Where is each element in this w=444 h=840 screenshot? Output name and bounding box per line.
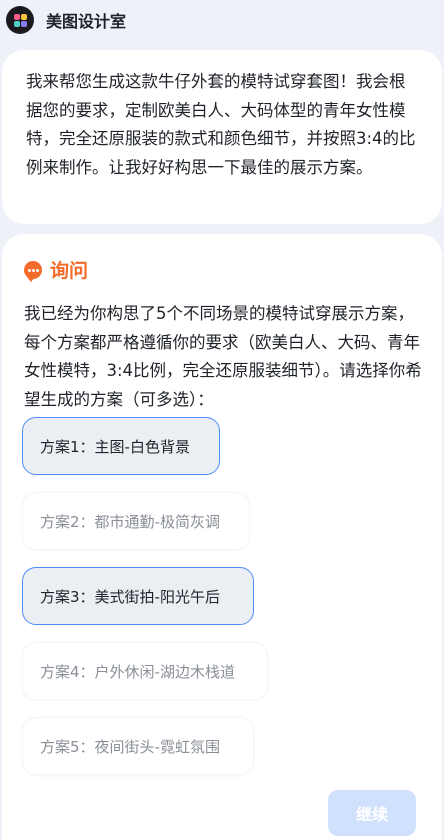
meitu-logo-icon bbox=[6, 6, 34, 34]
option-label: 方案5：夜间街头-霓虹氛围 bbox=[40, 737, 220, 756]
continue-button[interactable]: 继续 bbox=[328, 790, 416, 836]
option-label: 方案2：都市通勤-极简灰调 bbox=[40, 512, 220, 531]
option-label: 方案3：美式街拍-阳光午后 bbox=[40, 587, 220, 606]
inquiry-label: 询问 bbox=[50, 260, 89, 282]
option-4[interactable]: 方案4：户外休闲-湖边木栈道 bbox=[22, 642, 268, 700]
inquiry-header: 询问 bbox=[24, 256, 88, 283]
option-3[interactable]: 方案3：美式街拍-阳光午后 bbox=[22, 567, 254, 625]
option-label: 方案1：主图-白色背景 bbox=[40, 437, 190, 456]
option-label: 方案4：户外休闲-湖边木栈道 bbox=[40, 662, 235, 681]
option-1[interactable]: 方案1：主图-白色背景 bbox=[22, 417, 220, 475]
option-5[interactable]: 方案5：夜间街头-霓虹氛围 bbox=[22, 717, 254, 775]
inquiry-intro: 我已经为你构思了5个不同场景的模特试穿展示方案，每个方案都严格遵循你的要求（欧美… bbox=[24, 304, 422, 409]
assistant-message-card: 我来帮您生成这款牛仔外套的模特试穿套图！我会根据您的要求，定制欧美白人、大码体型… bbox=[2, 50, 442, 224]
app-title: 美图设计室 bbox=[46, 12, 127, 31]
app-header: 美图设计室 bbox=[0, 0, 444, 40]
speech-bubble-icon bbox=[24, 260, 42, 282]
option-2[interactable]: 方案2：都市通勤-极简灰调 bbox=[22, 492, 250, 550]
assistant-message-text: 我来帮您生成这款牛仔外套的模特试穿套图！我会根据您的要求，定制欧美白人、大码体型… bbox=[26, 72, 416, 177]
